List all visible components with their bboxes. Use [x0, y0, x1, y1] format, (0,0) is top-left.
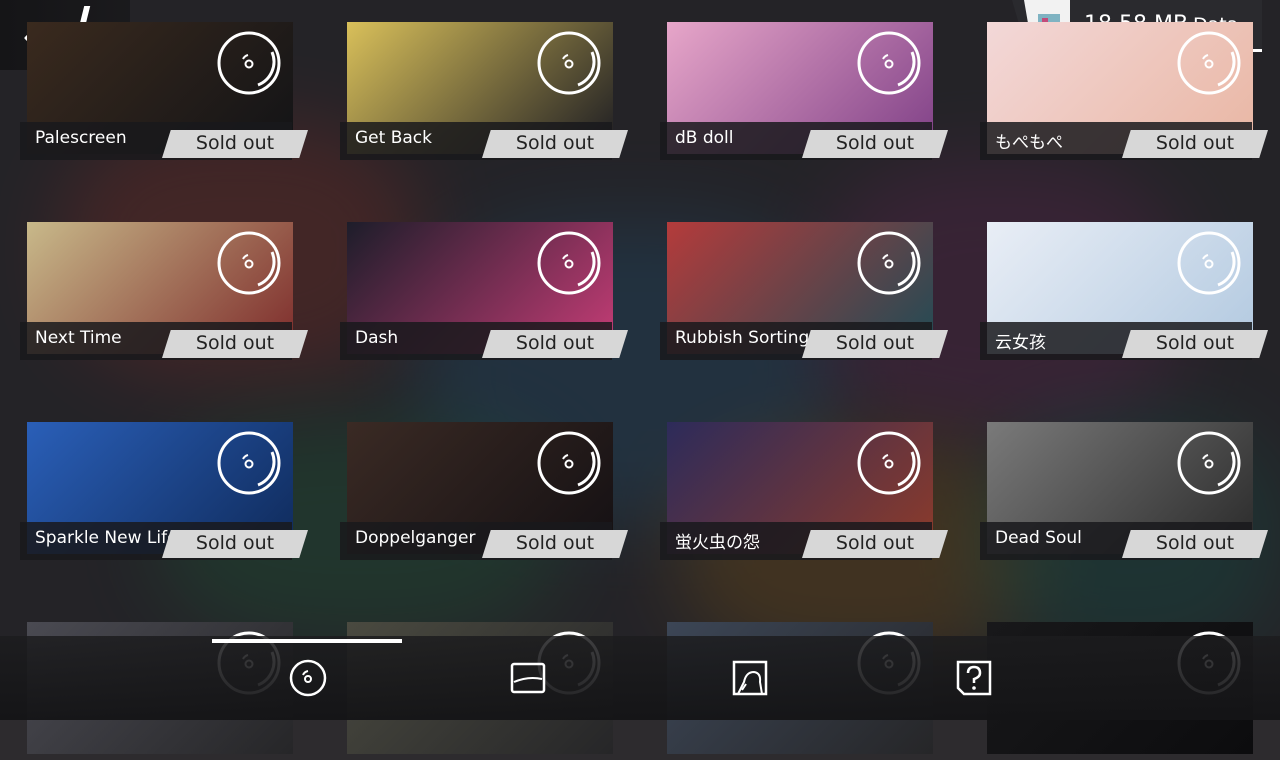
sold-out-badge: Sold out — [1122, 530, 1268, 558]
disc-icon — [217, 31, 281, 95]
disc-icon — [1177, 431, 1241, 495]
sold-out-label: Sold out — [515, 132, 595, 154]
song-title: Dead Soul — [995, 528, 1082, 548]
song-title: Doppelganger — [355, 528, 476, 548]
song-card[interactable]: Sparkle New Life Sold out — [20, 422, 308, 560]
song-title: 蛍火虫の怨 — [675, 533, 760, 553]
song-card[interactable]: 云女孩 Sold out — [980, 222, 1268, 360]
sold-out-label: Sold out — [515, 332, 595, 354]
active-tab-indicator — [212, 639, 402, 643]
song-card[interactable]: Dead Soul Sold out — [980, 422, 1268, 560]
sold-out-label: Sold out — [195, 132, 275, 154]
sold-out-badge: Sold out — [482, 530, 628, 558]
song-title: Next Time — [35, 328, 122, 348]
character-icon — [732, 660, 768, 696]
song-card[interactable]: Dash Sold out — [340, 222, 628, 360]
sold-out-badge: Sold out — [482, 130, 628, 158]
disc-icon — [1177, 231, 1241, 295]
song-card[interactable]: dB doll Sold out — [660, 22, 948, 160]
song-card[interactable]: Get Back Sold out — [340, 22, 628, 160]
song-title: dB doll — [675, 128, 734, 148]
sold-out-label: Sold out — [1155, 132, 1235, 154]
sold-out-label: Sold out — [835, 132, 915, 154]
song-card[interactable]: Rubbish Sorting Sold out — [660, 222, 948, 360]
sold-out-label: Sold out — [195, 532, 275, 554]
sold-out-badge: Sold out — [1122, 330, 1268, 358]
sold-out-badge: Sold out — [162, 130, 308, 158]
disc-icon — [857, 31, 921, 95]
tab-help[interactable] — [952, 656, 996, 700]
disc-icon — [857, 231, 921, 295]
sold-out-badge: Sold out — [802, 330, 948, 358]
sold-out-badge: Sold out — [1122, 130, 1268, 158]
song-title: Get Back — [355, 128, 432, 148]
help-icon — [956, 660, 992, 696]
sold-out-badge: Sold out — [162, 330, 308, 358]
song-card[interactable]: Palescreen Sold out — [20, 22, 308, 160]
song-card[interactable]: もぺもぺ Sold out — [980, 22, 1268, 160]
song-title: 云女孩 — [995, 333, 1046, 353]
song-title: Dash — [355, 328, 399, 348]
disc-icon — [537, 231, 601, 295]
card-icon — [510, 662, 546, 694]
sold-out-badge: Sold out — [482, 330, 628, 358]
tab-characters[interactable] — [728, 656, 772, 700]
sold-out-label: Sold out — [1155, 332, 1235, 354]
disc-icon — [217, 431, 281, 495]
song-title: Rubbish Sorting — [675, 328, 810, 348]
song-card[interactable]: Doppelganger Sold out — [340, 422, 628, 560]
sold-out-badge: Sold out — [802, 530, 948, 558]
disc-icon — [289, 659, 327, 697]
disc-icon — [537, 31, 601, 95]
tab-songs[interactable] — [286, 656, 330, 700]
sold-out-label: Sold out — [1155, 532, 1235, 554]
sold-out-badge: Sold out — [162, 530, 308, 558]
disc-icon — [1177, 31, 1241, 95]
song-title: もぺもぺ — [995, 133, 1063, 153]
bottom-navigation — [0, 636, 1280, 720]
sold-out-label: Sold out — [835, 332, 915, 354]
disc-icon — [217, 231, 281, 295]
song-card[interactable]: 蛍火虫の怨 Sold out — [660, 422, 948, 560]
tab-cards[interactable] — [506, 656, 550, 700]
sold-out-label: Sold out — [835, 532, 915, 554]
disc-icon — [537, 431, 601, 495]
disc-icon — [857, 431, 921, 495]
song-card[interactable]: Next Time Sold out — [20, 222, 308, 360]
sold-out-label: Sold out — [195, 332, 275, 354]
song-title: Sparkle New Life — [35, 528, 178, 548]
sold-out-badge: Sold out — [802, 130, 948, 158]
song-title: Palescreen — [35, 128, 127, 148]
sold-out-label: Sold out — [515, 532, 595, 554]
